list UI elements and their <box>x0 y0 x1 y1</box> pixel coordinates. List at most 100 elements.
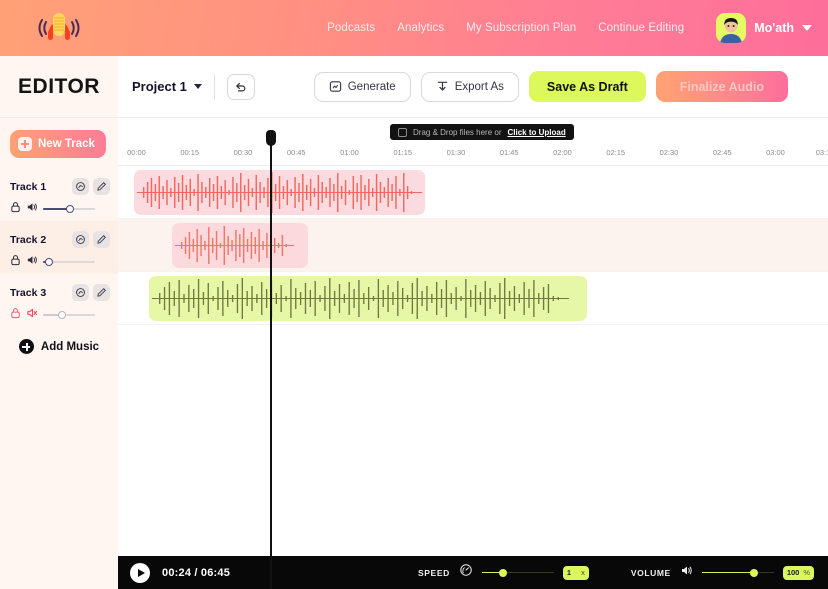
lock-icon-2[interactable] <box>10 253 21 271</box>
generate-button[interactable]: Generate <box>313 71 411 102</box>
new-track-button[interactable]: New Track <box>10 130 106 158</box>
ruler-tick: 03:15 <box>815 148 828 157</box>
slider-knob[interactable] <box>45 258 54 266</box>
upload-dropzone[interactable]: Drag & Drop files here or Click to Uploa… <box>390 124 574 140</box>
project-name: Project 1 <box>132 79 187 94</box>
speaker-icon-3[interactable] <box>26 306 38 324</box>
export-as-button[interactable]: Export As <box>420 71 519 102</box>
nav-podcasts[interactable]: Podcasts <box>327 22 375 34</box>
speaker-icon-1[interactable] <box>26 200 38 218</box>
track-header-3[interactable]: Track 3 <box>0 274 118 327</box>
user-name: Mo'ath <box>754 21 794 35</box>
track-upload-button-1[interactable] <box>72 178 89 195</box>
track-header-1[interactable]: Track 1 <box>0 168 118 221</box>
chevron-down-icon[interactable] <box>802 25 812 31</box>
slider-knob[interactable] <box>57 311 66 319</box>
user-menu[interactable]: Mo'ath <box>716 13 812 43</box>
lock-icon-1[interactable] <box>10 200 21 218</box>
track-name-1: Track 1 <box>10 180 47 193</box>
save-as-draft-button[interactable]: Save As Draft <box>528 71 646 102</box>
audio-clip-track-1[interactable] <box>133 170 425 215</box>
track-sidebar: New Track Track 1 Track 2 Track 3 Add Mu… <box>0 118 118 589</box>
speaker-on-icon <box>27 203 37 211</box>
generate-label: Generate <box>347 80 396 93</box>
speed-slider[interactable] <box>481 567 554 579</box>
lock-icon-3[interactable] <box>10 306 21 324</box>
click-to-upload-link[interactable]: Click to Upload <box>507 128 565 137</box>
timeline-lane-1[interactable] <box>118 166 828 219</box>
timeline-lane-2[interactable] <box>118 219 828 272</box>
cloud-upload-icon <box>76 288 85 297</box>
track-upload-button-2[interactable] <box>72 231 89 248</box>
speaker-on-icon <box>681 566 692 574</box>
speaker-muted-icon <box>27 308 38 318</box>
audio-clip-track-3[interactable] <box>149 276 587 321</box>
speed-controls: SPEED 1 x <box>418 563 589 582</box>
slider-knob[interactable] <box>749 568 758 577</box>
track-upload-button-3[interactable] <box>72 284 89 301</box>
timeline-ruler[interactable]: 00:00 00:15 00:30 00:45 01:00 01:15 01:3… <box>118 144 828 166</box>
track-edit-button-1[interactable] <box>93 178 110 195</box>
volume-slider[interactable] <box>701 567 774 579</box>
play-button[interactable] <box>130 562 150 583</box>
volume-speaker-icon[interactable] <box>680 564 693 582</box>
speaker-icon-2[interactable] <box>26 253 38 271</box>
volume-label: VOLUME <box>630 567 671 578</box>
undo-button[interactable] <box>226 73 255 100</box>
logo-container[interactable] <box>0 8 118 48</box>
track-header-row-bottom <box>10 253 110 271</box>
pencil-icon <box>97 182 106 191</box>
track-header-2[interactable]: Track 2 <box>0 221 118 274</box>
track-edit-button-3[interactable] <box>93 284 110 301</box>
track-volume-slider-3[interactable] <box>43 309 95 321</box>
cloud-upload-icon <box>76 235 85 244</box>
slider-knob[interactable] <box>66 205 75 213</box>
slider-fill <box>701 571 754 574</box>
speed-gauge-icon[interactable] <box>459 563 473 582</box>
ruler-tick: 01:30 <box>446 148 466 157</box>
nav-subscription[interactable]: My Subscription Plan <box>466 22 576 34</box>
download-icon <box>437 81 447 91</box>
track-volume-slider-2[interactable] <box>43 256 95 268</box>
avatar-illustration <box>720 18 743 43</box>
volume-badge[interactable]: 100 % <box>782 565 814 580</box>
timeline-lane-3[interactable] <box>118 272 828 325</box>
ruler-tick: 02:30 <box>659 148 679 157</box>
track-name-3: Track 3 <box>10 286 47 299</box>
play-icon <box>137 568 145 577</box>
track-edit-button-2[interactable] <box>93 231 110 248</box>
avatar <box>716 13 747 43</box>
lock-icon <box>11 308 20 319</box>
ruler-tick: 02:00 <box>553 148 572 157</box>
project-selector[interactable]: Project 1 <box>132 79 202 94</box>
nav-continue-editing[interactable]: Continue Editing <box>598 22 684 34</box>
playhead-handle[interactable] <box>265 130 276 146</box>
waveform <box>174 226 295 265</box>
volume-controls: VOLUME 100 % <box>631 564 814 582</box>
ruler-tick: 00:30 <box>233 148 253 157</box>
track-volume-slider-1[interactable] <box>43 203 95 215</box>
gauge-icon <box>460 564 472 576</box>
add-music-button[interactable]: Add Music <box>0 339 118 354</box>
ruler-tick: 03:00 <box>766 148 785 157</box>
track-header-row-bottom <box>10 200 110 218</box>
nav-analytics[interactable]: Analytics <box>397 22 444 34</box>
ruler-tick: 01:00 <box>340 148 359 157</box>
speaker-on-icon <box>27 256 37 264</box>
pencil-icon <box>97 288 106 297</box>
ruler-tick: 01:15 <box>393 148 413 157</box>
export-as-label: Export As <box>454 80 504 93</box>
ruler-tick: 02:45 <box>712 148 732 157</box>
speed-badge[interactable]: 1 x <box>562 565 589 580</box>
new-track-label: New Track <box>38 138 95 150</box>
ruler-tick: 01:45 <box>499 148 519 157</box>
ruler-tick: 02:15 <box>606 148 626 157</box>
slider-knob[interactable] <box>499 568 508 577</box>
speed-value: 1 <box>566 568 572 577</box>
toolbar-content: Project 1 Generate Export As Save As Dra… <box>118 56 828 117</box>
playhead[interactable] <box>265 130 276 589</box>
ruler-tick: 00:00 <box>127 148 146 157</box>
audio-clip-track-2[interactable] <box>171 223 308 268</box>
track-name-2: Track 2 <box>10 233 47 246</box>
finalize-audio-button[interactable]: Finalize Audio <box>655 71 788 102</box>
